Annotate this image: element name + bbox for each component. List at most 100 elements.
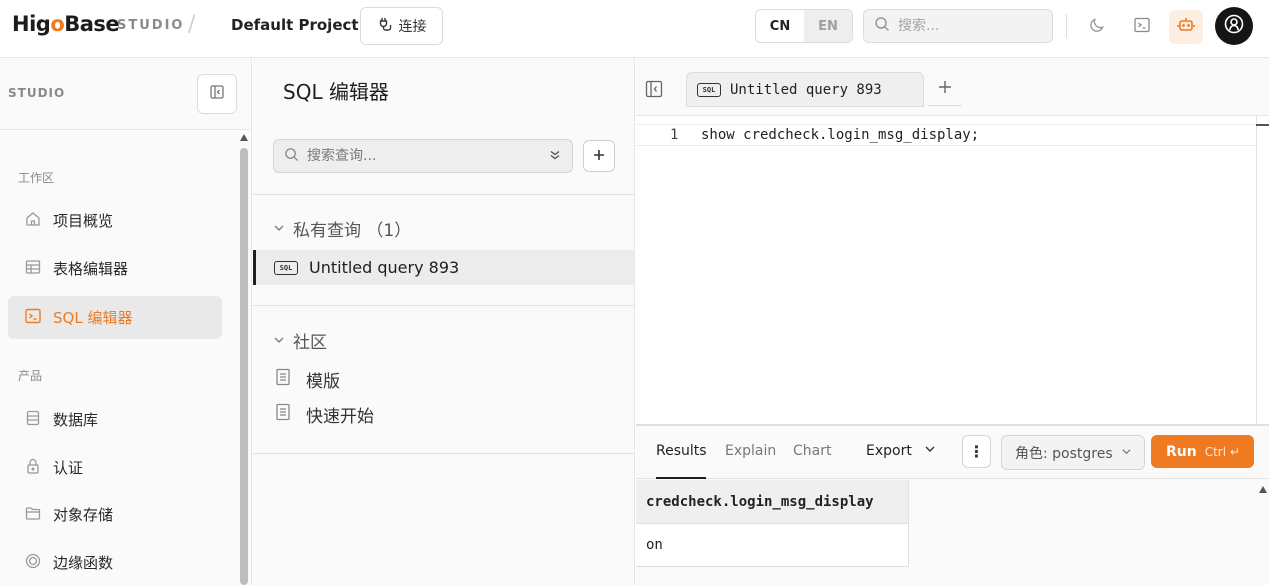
moon-icon <box>1088 16 1106 38</box>
lang-en-button[interactable]: EN <box>804 10 852 42</box>
divider <box>253 453 635 454</box>
plus-icon <box>937 79 953 99</box>
query-name: Untitled query 893 <box>309 258 460 277</box>
active-tab-indicator <box>656 477 706 479</box>
sidebar-item-label: 项目概览 <box>53 212 114 230</box>
sidebar-item-label: 认证 <box>53 459 84 477</box>
editor-scrollbar-thumb[interactable] <box>1256 124 1269 126</box>
results-tab-bar: Results Explain Chart Export ⋮ 角色: postg… <box>636 426 1269 479</box>
sidebar-item-overview[interactable]: 项目概览 <box>8 199 222 242</box>
item-label: 模版 <box>306 372 340 392</box>
breadcrumb-separator: / <box>188 12 196 37</box>
top-bar: HigoBase STUDIO / Default Project 连接 CN … <box>0 0 1269 58</box>
sidebar-header: STUDIO <box>0 58 251 130</box>
global-search-input[interactable] <box>898 18 1038 34</box>
run-label: Run <box>1166 443 1197 460</box>
divider <box>253 305 635 306</box>
project-name[interactable]: Default Project <box>231 16 359 34</box>
logo-text-accent: o <box>50 12 65 36</box>
sidebar-item-sql-editor[interactable]: SQL 编辑器 <box>8 296 222 339</box>
export-label: Export <box>866 443 912 459</box>
community-group[interactable]: 社区 <box>273 328 327 353</box>
lang-cn-button[interactable]: CN <box>756 10 804 42</box>
sidebar-item-database[interactable]: 数据库 <box>8 398 222 441</box>
sidebar-item-label: 对象存储 <box>53 506 114 524</box>
tab-explain[interactable]: Explain <box>725 443 776 459</box>
connect-button[interactable]: 连接 <box>360 7 443 45</box>
sql-editor: SQL Untitled query 893 1 show credcheck.… <box>636 58 1269 585</box>
code-text[interactable]: show credcheck.login_msg_display; <box>701 127 979 143</box>
sidebar-scrollbar[interactable] <box>240 148 248 585</box>
results-panel: Results Explain Chart Export ⋮ 角色: postg… <box>636 424 1269 585</box>
sidebar-item-label: SQL 编辑器 <box>53 309 133 327</box>
new-tab-button[interactable] <box>928 72 962 106</box>
divider <box>253 194 635 195</box>
sql-file-icon: SQL <box>697 82 721 97</box>
new-query-button[interactable] <box>583 140 615 172</box>
export-dropdown[interactable]: Export <box>866 443 936 459</box>
sidebar-item-storage[interactable]: 对象存储 <box>8 493 222 536</box>
document-icon <box>275 368 291 391</box>
chevron-down-icon <box>924 443 936 459</box>
page-title: SQL 编辑器 <box>283 80 389 104</box>
private-queries-group[interactable]: 私有查询 （1） <box>273 216 411 241</box>
sidebar: STUDIO 工作区 项目概览 表格编辑器 SQL 编辑器 产品 数据库 认证 … <box>0 58 252 585</box>
results-scroll-up-arrow[interactable] <box>1259 486 1267 493</box>
toolbar-divider <box>1066 14 1067 38</box>
tab-results[interactable]: Results <box>656 443 707 459</box>
toggle-query-list-button[interactable] <box>645 80 663 102</box>
logo[interactable]: HigoBase <box>12 12 120 36</box>
table-cell[interactable]: on <box>636 524 909 567</box>
query-search[interactable] <box>273 139 573 173</box>
query-search-input[interactable] <box>307 148 540 164</box>
language-switch: CN EN <box>755 9 853 43</box>
sort-toggle-icon[interactable] <box>548 147 562 166</box>
run-button[interactable]: Run Ctrl ↵ <box>1151 435 1254 468</box>
group-label: 私有查询 （1） <box>293 221 412 241</box>
search-icon <box>284 147 299 166</box>
sidebar-item-label: 表格编辑器 <box>53 260 129 278</box>
sidebar-collapse-button[interactable] <box>197 74 237 114</box>
user-icon <box>1223 13 1245 39</box>
home-icon <box>24 210 42 232</box>
list-item-query[interactable]: SQL Untitled query 893 <box>253 250 635 285</box>
connect-label: 连接 <box>398 19 427 35</box>
panel-left-icon <box>209 84 225 104</box>
plus-icon <box>592 147 606 166</box>
role-select[interactable]: 角色: postgres <box>1001 435 1145 470</box>
plug-icon <box>377 16 393 36</box>
list-item-quickstart[interactable]: 快速开始 <box>275 402 374 427</box>
chevron-down-icon <box>1121 445 1132 461</box>
column-header[interactable]: credcheck.login_msg_display <box>636 480 909 524</box>
sidebar-item-auth[interactable]: 认证 <box>8 446 222 489</box>
sidebar-item-label: 边缘函数 <box>53 554 114 572</box>
ai-assistant-button[interactable] <box>1169 10 1203 44</box>
terminal-button[interactable] <box>1125 10 1159 44</box>
more-options-button[interactable]: ⋮ <box>962 435 991 468</box>
user-avatar[interactable] <box>1215 7 1253 45</box>
sidebar-item-table-editor[interactable]: 表格编辑器 <box>8 247 222 290</box>
query-list-pane: SQL 编辑器 私有查询 （1） SQL Untitled query 893 … <box>253 58 635 585</box>
group-label: 社区 <box>293 333 327 353</box>
sidebar-scroll-up-arrow[interactable] <box>240 134 248 141</box>
logo-text-start: Hig <box>12 12 51 36</box>
robot-icon <box>1176 15 1196 39</box>
document-icon <box>275 403 291 426</box>
terminal-icon <box>24 307 42 329</box>
lock-icon <box>24 457 42 479</box>
tab-untitled-query[interactable]: SQL Untitled query 893 <box>686 72 924 107</box>
table-icon <box>24 258 42 280</box>
theme-toggle-button[interactable] <box>1080 10 1114 44</box>
list-item-templates[interactable]: 模版 <box>275 367 340 392</box>
item-label: 快速开始 <box>306 407 374 427</box>
logo-text-end: Base <box>64 12 120 36</box>
terminal-icon <box>1133 16 1151 38</box>
chevron-down-icon <box>273 331 285 351</box>
global-search[interactable] <box>863 9 1053 43</box>
tab-label: Untitled query 893 <box>730 81 882 98</box>
line-number: 1 <box>670 127 679 143</box>
tab-chart[interactable]: Chart <box>793 443 831 459</box>
sidebar-item-edge-functions[interactable]: 边缘函数 <box>8 541 222 584</box>
search-icon <box>874 16 890 36</box>
sidebar-header-label: STUDIO <box>8 86 66 100</box>
